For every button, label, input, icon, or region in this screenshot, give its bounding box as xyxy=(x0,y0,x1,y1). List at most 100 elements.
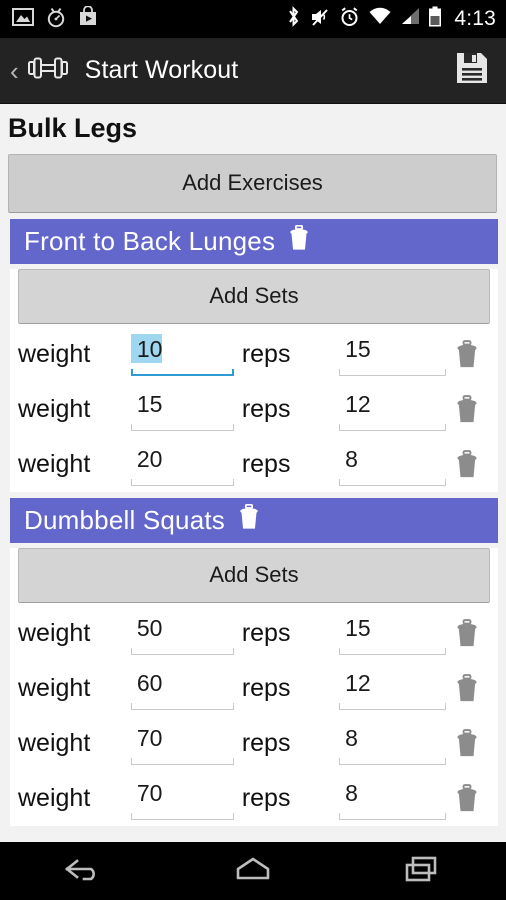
reps-label: reps xyxy=(241,674,291,702)
android-screen: 4:13 ‹ Start Workout Bulk Legs Add Exerc… xyxy=(0,0,506,900)
save-button[interactable] xyxy=(454,50,490,91)
delete-exercise-button[interactable] xyxy=(287,224,311,257)
weight-input[interactable]: 70 xyxy=(130,778,234,820)
add-sets-button[interactable]: Add Sets xyxy=(18,269,490,324)
reps-input[interactable]: 15 xyxy=(339,334,446,376)
exercise-header: Front to Back Lunges xyxy=(10,219,498,264)
reps-input[interactable]: 15 xyxy=(339,613,446,655)
input-underline xyxy=(339,368,446,376)
reps-value: 12 xyxy=(345,669,371,696)
set-row: weight 60 reps 12 xyxy=(10,661,498,716)
battery-icon xyxy=(428,6,442,32)
set-row: weight 50 reps 15 xyxy=(10,606,498,661)
reps-value: 15 xyxy=(345,614,371,641)
back-icon[interactable] xyxy=(61,854,107,889)
delete-set-button[interactable] xyxy=(454,673,480,704)
reps-input[interactable]: 8 xyxy=(339,723,446,765)
weight-label: weight xyxy=(18,674,91,702)
input-underline xyxy=(339,423,446,431)
input-underline xyxy=(339,647,446,655)
weight-value: 15 xyxy=(136,390,163,417)
alarm-icon xyxy=(339,6,360,32)
reps-value: 12 xyxy=(345,390,371,417)
reps-value: 8 xyxy=(345,779,358,806)
reps-label: reps xyxy=(241,340,291,368)
weight-label: weight xyxy=(18,395,91,423)
reps-label: reps xyxy=(241,395,291,423)
reps-label: reps xyxy=(241,619,291,647)
set-row: weight 70 reps 8 xyxy=(10,716,498,771)
page-title: Bulk Legs xyxy=(8,113,138,143)
android-nav-bar xyxy=(0,842,506,900)
weight-value: 10 xyxy=(130,333,163,363)
set-row: weight 20 reps 8 xyxy=(10,437,498,492)
play-store-icon xyxy=(78,5,98,32)
reps-value: 8 xyxy=(345,724,358,751)
weight-input[interactable]: 20 xyxy=(130,444,234,486)
reps-value: 8 xyxy=(345,445,358,472)
input-underline xyxy=(339,478,446,486)
image-icon xyxy=(12,7,34,32)
input-underline xyxy=(339,812,446,820)
nav-back-button[interactable] xyxy=(29,854,139,889)
stopwatch-icon xyxy=(45,6,67,33)
add-sets-button[interactable]: Add Sets xyxy=(18,548,490,603)
delete-set-button[interactable] xyxy=(454,449,480,480)
reps-label: reps xyxy=(241,450,291,478)
delete-set-button[interactable] xyxy=(454,728,480,759)
input-underline xyxy=(130,812,234,820)
exercise-list: Front to Back Lunges Add Sets weight 10 reps… xyxy=(0,219,506,826)
weight-input[interactable]: 70 xyxy=(130,723,234,765)
exercise-body: Add Sets weight 50 reps 15 weight 60 reps 12 weig… xyxy=(10,548,498,826)
wifi-icon xyxy=(368,7,392,31)
reps-input[interactable]: 12 xyxy=(339,668,446,710)
reps-value: 15 xyxy=(345,335,371,362)
volume-mute-icon xyxy=(309,6,331,33)
reps-label: reps xyxy=(241,729,291,757)
recents-icon[interactable] xyxy=(399,854,445,889)
set-row: weight 10 reps 15 xyxy=(10,327,498,382)
weight-label: weight xyxy=(18,619,91,647)
delete-set-button[interactable] xyxy=(454,618,480,649)
reps-input[interactable]: 8 xyxy=(339,444,446,486)
action-bar-title: Start Workout xyxy=(84,56,239,84)
set-row: weight 70 reps 8 xyxy=(10,771,498,826)
input-underline xyxy=(130,702,234,710)
back-chevron-icon[interactable]: ‹ xyxy=(8,58,21,84)
add-exercises-button[interactable]: Add Exercises xyxy=(8,154,497,213)
status-bar-clock: 4:13 xyxy=(454,7,496,30)
weight-input[interactable]: 50 xyxy=(130,613,234,655)
reps-input[interactable]: 8 xyxy=(339,778,446,820)
weight-input[interactable]: 60 xyxy=(130,668,234,710)
input-underline xyxy=(130,478,234,486)
nav-recents-button[interactable] xyxy=(367,854,477,889)
reps-input[interactable]: 12 xyxy=(339,389,446,431)
weight-label: weight xyxy=(18,729,91,757)
input-underline xyxy=(130,757,234,765)
action-bar-up-button[interactable]: ‹ xyxy=(8,53,71,88)
input-underline xyxy=(130,647,234,655)
input-underline xyxy=(130,423,234,431)
save-floppy-icon[interactable] xyxy=(454,50,490,91)
weight-label: weight xyxy=(18,784,91,812)
nav-home-button[interactable] xyxy=(198,854,308,889)
input-underline xyxy=(339,757,446,765)
weight-label: weight xyxy=(18,450,91,478)
status-bar-left-icons xyxy=(12,5,98,33)
status-bar: 4:13 xyxy=(0,0,506,38)
status-bar-right-icons: 4:13 xyxy=(286,5,496,33)
weight-input[interactable]: 10 xyxy=(130,333,234,376)
bluetooth-icon xyxy=(286,5,301,33)
exercise-title: Front to Back Lunges xyxy=(24,225,276,256)
action-bar: ‹ Start Workout xyxy=(0,38,506,104)
weight-value: 70 xyxy=(136,779,163,806)
weight-input[interactable]: 15 xyxy=(130,389,234,431)
dumbbell-icon[interactable] xyxy=(25,53,71,88)
home-icon[interactable] xyxy=(230,854,276,889)
set-row: weight 15 reps 12 xyxy=(10,382,498,437)
delete-exercise-button[interactable] xyxy=(237,503,261,536)
workout-page: Bulk Legs Add Exercises Front to Back Lu… xyxy=(0,104,506,842)
delete-set-button[interactable] xyxy=(454,339,480,370)
delete-set-button[interactable] xyxy=(454,783,480,814)
delete-set-button[interactable] xyxy=(454,394,480,425)
